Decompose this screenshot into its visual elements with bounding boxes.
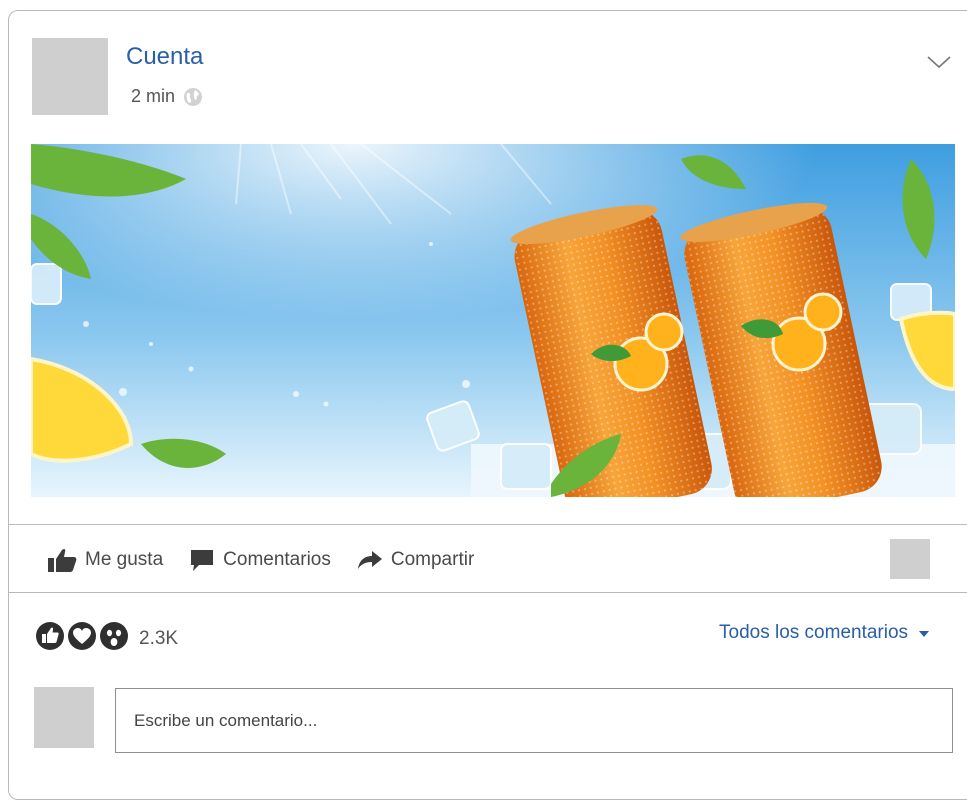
account-avatar[interactable] [32,38,108,115]
post-image[interactable] [31,144,955,497]
wow-icon [99,621,129,656]
like-label: Me gusta [85,549,164,570]
post-actions: Me gusta Comentarios Compartir [47,540,500,580]
comments-filter-dropdown[interactable]: Todos los comentarios [719,622,930,644]
like-button[interactable]: Me gusta [47,547,163,573]
comment-bubble-icon [189,547,215,573]
action-placeholder[interactable] [890,539,930,579]
like-icon [35,621,65,656]
account-name-link[interactable]: Cuenta [126,43,203,71]
share-button[interactable]: Compartir [357,549,474,571]
divider [8,592,967,593]
thumbs-up-icon [47,547,77,573]
share-label: Compartir [390,549,475,570]
reaction-count: 2.3K [139,627,179,649]
caret-down-icon [918,622,930,644]
post-options-chevron-down-icon[interactable] [926,52,952,72]
heart-icon [67,621,97,656]
comment-input[interactable] [115,688,953,753]
comment-label: Comentarios [223,549,331,570]
reactions-summary[interactable]: 2.3K [35,621,178,656]
divider [8,524,967,525]
share-arrow-icon [357,549,383,571]
globe-icon [183,87,203,107]
comment-button[interactable]: Comentarios [189,547,331,573]
commenter-avatar [34,687,94,748]
post-meta: 2 min [131,86,203,107]
post-time: 2 min [131,86,176,106]
comments-filter-label: Todos los comentarios [719,622,909,643]
